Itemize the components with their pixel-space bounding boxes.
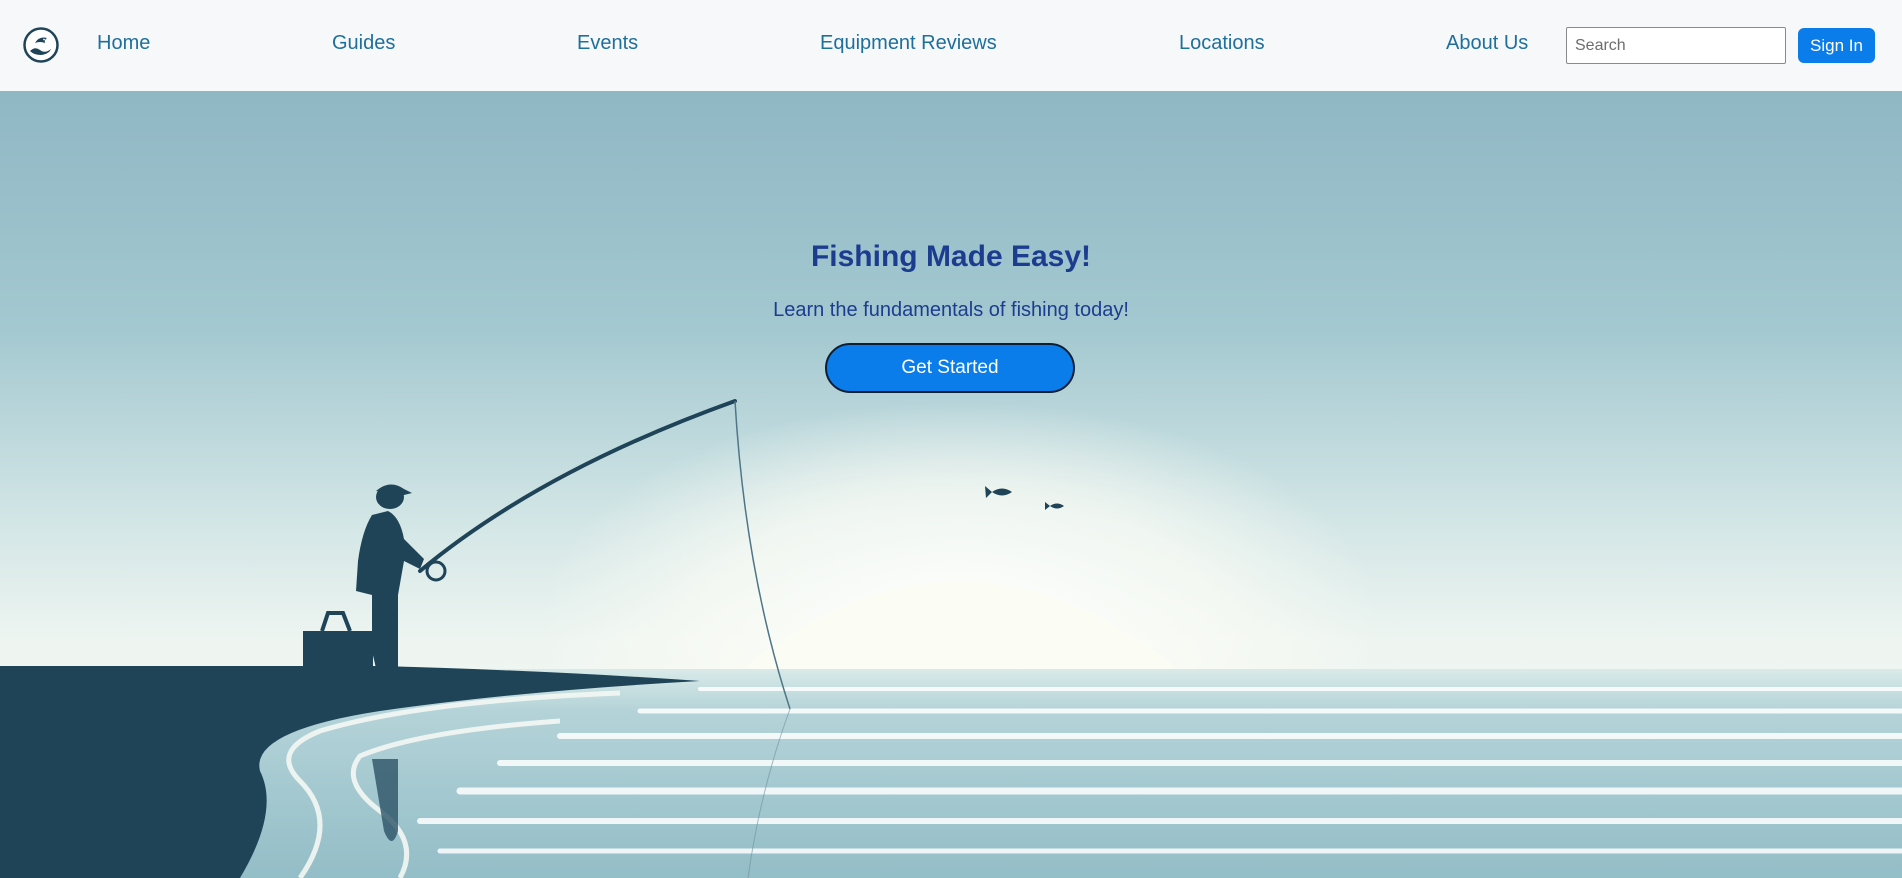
hero-section: Fishing Made Easy! Learn the fundamental… [0,91,1902,878]
top-navigation-bar: Home Guides Events Equipment Reviews Loc… [0,0,1902,91]
nav-link-guides[interactable]: Guides [332,32,395,55]
nav-link-home[interactable]: Home [97,32,150,55]
get-started-button[interactable]: Get Started [825,343,1075,393]
nav-link-events[interactable]: Events [577,32,638,55]
sign-in-button[interactable]: Sign In [1798,28,1875,63]
hero-background-image [0,91,1902,878]
nav-link-locations[interactable]: Locations [1179,32,1265,55]
hero-title: Fishing Made Easy! [810,240,1092,273]
fish-wave-logo-icon[interactable] [23,27,59,63]
search-input[interactable] [1566,27,1786,64]
nav-link-about-us[interactable]: About Us [1446,32,1528,55]
hero-subtitle: Learn the fundamentals of fishing today! [773,299,1129,321]
nav-link-equipment-reviews[interactable]: Equipment Reviews [820,32,997,55]
